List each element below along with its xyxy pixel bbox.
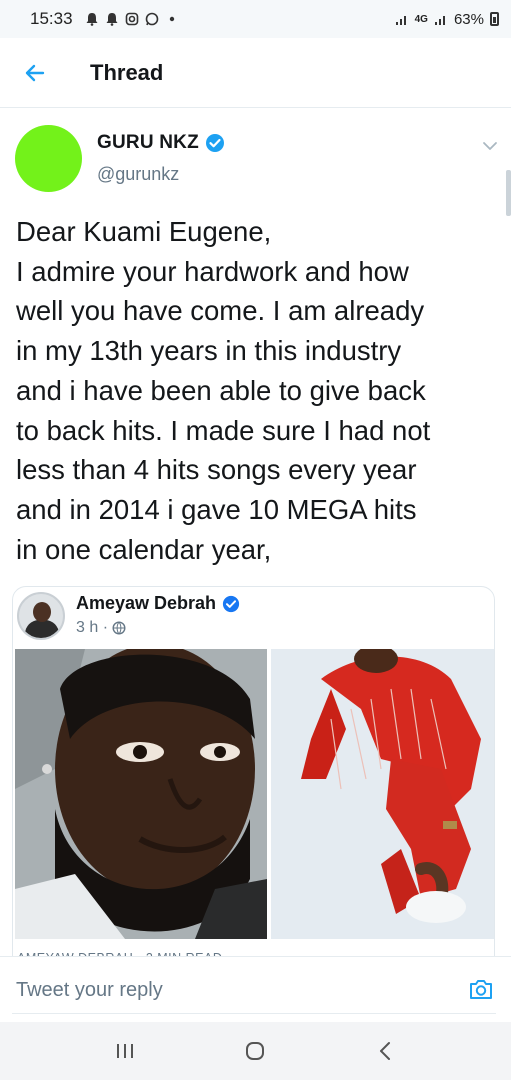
tweet-text-line: to back hits. I made sure I had not: [16, 414, 431, 446]
status-time: 15:33: [30, 9, 73, 28]
embedded-post-card[interactable]: Ameyaw Debrah 3 h ·: [12, 586, 495, 972]
home-icon: [246, 1042, 265, 1060]
author-name: GURU NKZ: [97, 132, 199, 153]
reply-input[interactable]: [16, 979, 436, 1002]
reply-bar: [0, 956, 511, 1022]
verified-badge-icon: [205, 134, 224, 152]
tweet-text-line: and in 2014 i gave 10 MEGA hits: [16, 493, 417, 525]
status-bar: 15:33 4G 63%: [0, 0, 511, 38]
page-title: Thread: [90, 59, 164, 85]
whatsapp-icon: [145, 12, 158, 26]
author-name-row[interactable]: GURU NKZ: [97, 132, 225, 154]
battery-icon: [490, 12, 499, 26]
tweet-text-line: in one calendar year,: [16, 533, 272, 565]
author-handle[interactable]: @gurunkz: [97, 164, 179, 185]
chevron-down-icon[interactable]: [480, 136, 500, 156]
reply-underline: [12, 1013, 496, 1014]
network-type: 4G: [414, 13, 428, 25]
globe-icon: [112, 621, 126, 635]
tweet-text: Dear Kuami Eugene, I admire your hardwor…: [16, 212, 502, 569]
embedded-photo-right[interactable]: [271, 649, 494, 939]
embedded-photo-left[interactable]: [15, 649, 267, 939]
recent-apps-icon: [117, 1044, 134, 1058]
recent-apps-button[interactable]: [105, 1031, 145, 1071]
chevron-left-icon: [379, 1042, 390, 1060]
system-nav-bar: [0, 1022, 511, 1080]
embedded-avatar: [17, 592, 65, 640]
instagram-icon: [125, 12, 138, 26]
tweet-text-line: Dear Kuami Eugene,: [16, 216, 272, 247]
verified-badge-icon: [222, 595, 240, 612]
embedded-post-header: Ameyaw Debrah 3 h ·: [13, 587, 494, 647]
embedded-author-row: Ameyaw Debrah: [76, 593, 240, 614]
tweet-text-line: I admire your hardwork and how: [16, 255, 409, 287]
tweet-text-line: and i have been able to give back: [16, 374, 426, 406]
person-photo-illustration: [271, 649, 494, 939]
scrollbar-thumb[interactable]: [506, 170, 511, 216]
embedded-meta: 3 h ·: [76, 619, 126, 637]
avatar[interactable]: [15, 125, 82, 192]
signal-icon: [434, 16, 445, 25]
tweet-text-line: well you have come. I am already: [16, 295, 425, 327]
person-photo-illustration: [15, 649, 267, 939]
app-header: Thread: [0, 38, 511, 108]
dot-icon: [169, 16, 174, 22]
embedded-author-name: Ameyaw Debrah: [76, 593, 217, 613]
battery-percent: 63%: [453, 10, 484, 28]
notification-icon: [106, 13, 118, 26]
camera-icon[interactable]: [466, 975, 496, 1005]
tweet-text-line: less than 4 hits songs every year: [16, 454, 417, 486]
home-button[interactable]: [235, 1031, 275, 1071]
tweet: GURU NKZ @gurunkz Dear Kuami Eugene, I a…: [0, 108, 511, 972]
embedded-time: 3 h ·: [76, 619, 109, 636]
back-button[interactable]: [0, 38, 70, 108]
nav-back-button[interactable]: [366, 1031, 406, 1071]
signal-icon: [395, 16, 406, 25]
arrow-left-icon: [25, 64, 45, 81]
tweet-text-line: in my 13th years in this industry: [16, 335, 402, 367]
tweet-author: GURU NKZ @gurunkz: [0, 108, 511, 198]
notification-icon: [86, 13, 98, 26]
